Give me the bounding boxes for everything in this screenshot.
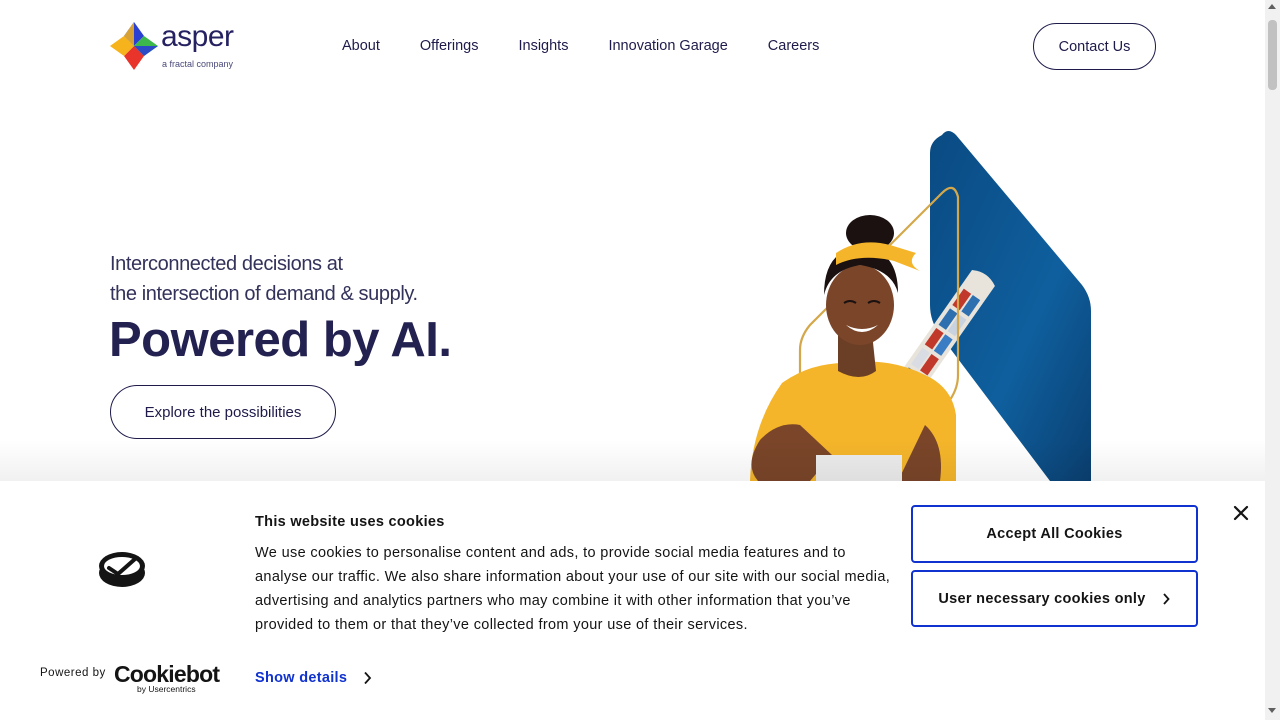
page-scrollbar[interactable] — [1265, 0, 1280, 720]
cookie-banner-title: This website uses cookies — [255, 514, 445, 530]
nav-item-careers[interactable]: Careers — [768, 38, 820, 54]
hero-subtitle-line-1: Interconnected decisions at — [110, 253, 343, 275]
hero-image — [750, 131, 1091, 507]
hero-subtitle-line-2: the intersection of demand & supply. — [110, 283, 418, 305]
close-icon[interactable] — [1232, 504, 1250, 522]
site-header: asper a fractal company About Offerings … — [0, 0, 1265, 92]
main-nav: About Offerings Insights Innovation Gara… — [342, 38, 859, 54]
nav-item-insights[interactable]: Insights — [518, 38, 568, 54]
show-details-label: Show details — [255, 670, 348, 686]
necessary-cookies-only-button[interactable]: User necessary cookies only — [911, 570, 1198, 627]
chevron-right-icon — [1162, 592, 1170, 605]
cookie-consent-banner: Powered by Cookiebot by Usercentrics Thi… — [0, 481, 1265, 720]
cookie-banner-shadow — [0, 440, 1265, 482]
cookie-icon — [98, 551, 146, 594]
cookiebot-sub-label: by Usercentrics — [137, 684, 196, 694]
explore-possibilities-button[interactable]: Explore the possibilities — [110, 385, 336, 439]
show-details-link[interactable]: Show details — [255, 670, 372, 686]
nav-item-about[interactable]: About — [342, 38, 380, 54]
powered-by-label: Powered by — [40, 667, 106, 679]
hero-subtitle: Interconnected decisions at the intersec… — [110, 249, 418, 309]
asper-logo[interactable]: asper a fractal company — [110, 20, 250, 72]
scroll-thumb[interactable] — [1268, 20, 1277, 90]
cookiebot-logo[interactable]: Cookiebot — [114, 663, 220, 686]
hero-title: Powered by AI. — [109, 313, 452, 367]
brand-name: asper — [161, 20, 234, 53]
nav-item-offerings[interactable]: Offerings — [420, 38, 479, 54]
scroll-up-arrow-icon[interactable] — [1268, 4, 1276, 9]
contact-us-button[interactable]: Contact Us — [1033, 23, 1156, 70]
accept-all-cookies-button[interactable]: Accept All Cookies — [911, 505, 1198, 563]
cookie-banner-body: We use cookies to personalise content an… — [255, 545, 891, 633]
nav-item-innovation-garage[interactable]: Innovation Garage — [608, 38, 727, 54]
asper-logo-mark-icon — [110, 22, 158, 70]
necessary-cookies-label: User necessary cookies only — [938, 590, 1146, 607]
chevron-right-icon — [364, 671, 372, 685]
scroll-down-arrow-icon[interactable] — [1268, 708, 1276, 713]
hero-illustration — [720, 125, 1110, 507]
brand-tagline: a fractal company — [162, 59, 234, 69]
